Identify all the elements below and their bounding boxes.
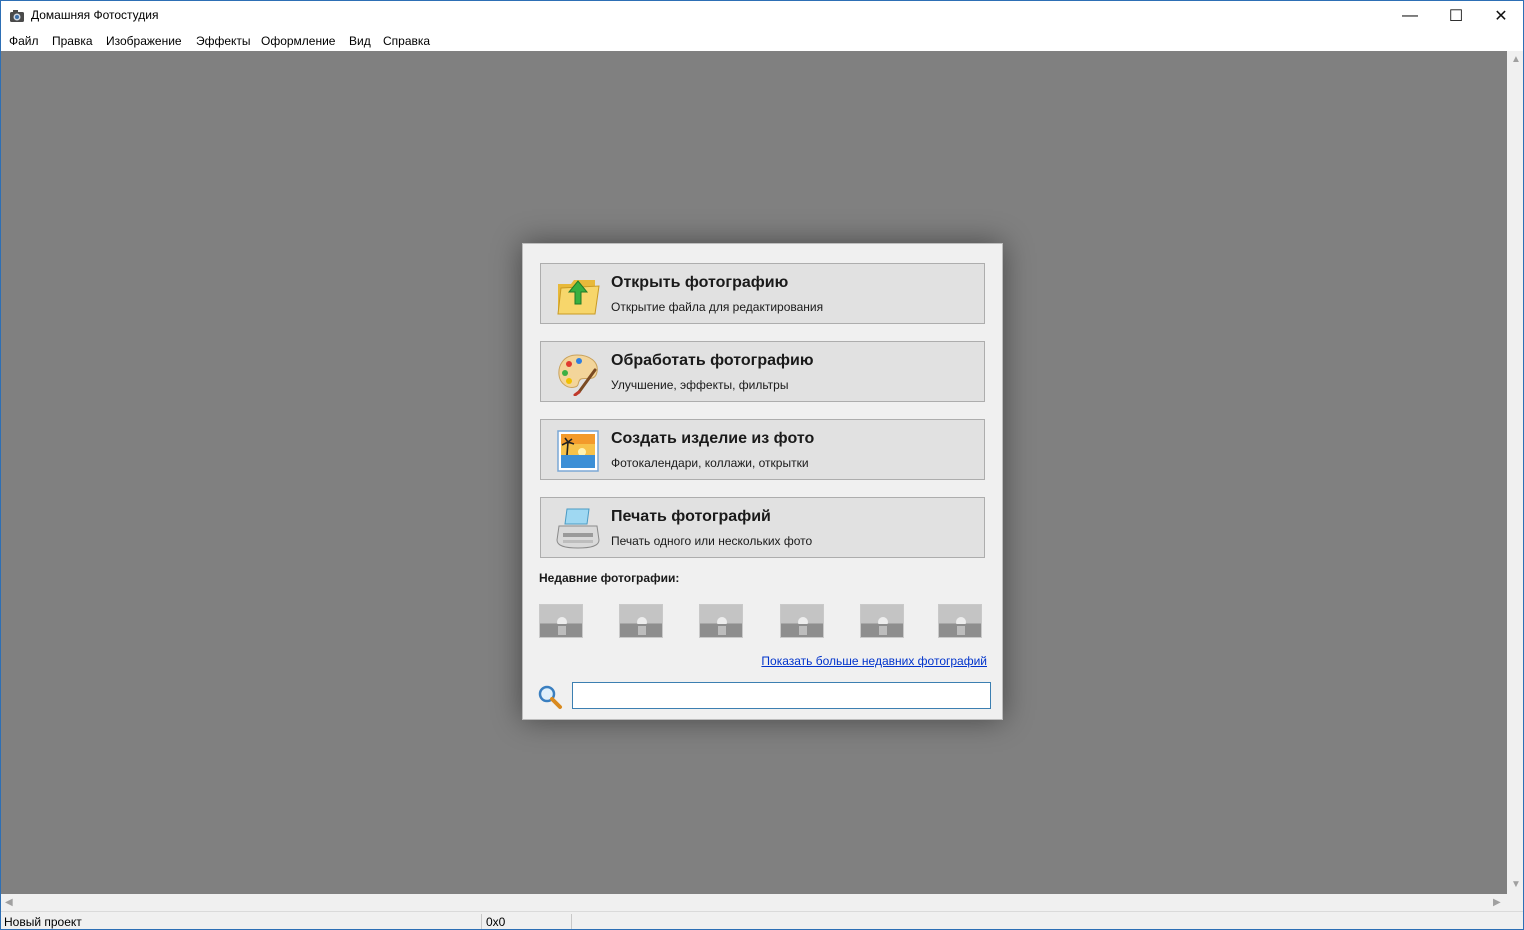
recent-photos-title: Недавние фотографии:	[539, 571, 680, 585]
close-button[interactable]: ✕	[1478, 1, 1523, 31]
show-more-recent-link[interactable]: Показать больше недавних фотографий	[761, 654, 987, 668]
create-product-subtitle: Фотокалендари, коллажи, открытки	[611, 456, 809, 470]
status-project: Новый проект	[4, 915, 82, 929]
menu-bar: Файл Правка Изображение Эффекты Оформлен…	[1, 31, 1523, 51]
recent-photo-thumbnail[interactable]	[860, 604, 904, 638]
photo-placeholder-icon	[781, 605, 823, 637]
print-photos-title: Печать фотографий	[611, 508, 771, 525]
create-product-button[interactable]: Создать изделие из фото Фотокалендари, к…	[540, 419, 985, 480]
recent-photo-thumbnail[interactable]	[938, 604, 982, 638]
edit-photo-title: Обработать фотографию	[611, 352, 814, 369]
printer-icon	[556, 508, 600, 549]
print-photos-button[interactable]: Печать фотографий Печать одного или неск…	[540, 497, 985, 558]
window-title: Домашняя Фотостудия	[31, 8, 159, 22]
recent-photo-thumbnail[interactable]	[619, 604, 663, 638]
vertical-scrollbar[interactable]: ▲ ▼	[1507, 51, 1523, 894]
edit-photo-subtitle: Улучшение, эффекты, фильтры	[611, 378, 789, 392]
search-icon	[538, 685, 562, 709]
status-bar: Новый проект 0x0	[1, 911, 1523, 929]
scroll-left-icon[interactable]: ◀	[5, 897, 13, 908]
scroll-up-icon[interactable]: ▲	[1511, 54, 1521, 65]
workspace: Открыть фотографию Открытие файла для ре…	[1, 51, 1507, 894]
minimize-button[interactable]: —	[1387, 1, 1433, 31]
menu-file[interactable]: Файл	[9, 34, 39, 48]
menu-view[interactable]: Вид	[349, 34, 371, 48]
photo-placeholder-icon	[620, 605, 662, 637]
photo-placeholder-icon	[861, 605, 903, 637]
folder-up-arrow-icon	[557, 280, 600, 315]
open-photo-title: Открыть фотографию	[611, 274, 789, 291]
menu-image[interactable]: Изображение	[106, 34, 182, 48]
photo-placeholder-icon	[540, 605, 582, 637]
recent-photo-thumbnail[interactable]	[780, 604, 824, 638]
create-product-title: Создать изделие из фото	[611, 430, 815, 447]
start-dialog: Открыть фотографию Открытие файла для ре…	[522, 243, 1003, 720]
menu-effects[interactable]: Эффекты	[196, 34, 251, 48]
app-icon	[10, 10, 24, 22]
scroll-corner	[1507, 894, 1523, 911]
menu-design[interactable]: Оформление	[261, 34, 335, 48]
horizontal-scrollbar[interactable]: ◀ ▶	[1, 894, 1507, 911]
palette-icon	[558, 354, 598, 396]
status-image-size: 0x0	[486, 915, 506, 929]
menu-help[interactable]: Справка	[383, 34, 430, 48]
photo-placeholder-icon	[939, 605, 981, 637]
print-photos-subtitle: Печать одного или нескольких фото	[611, 534, 813, 548]
app-window: Домашняя Фотостудия — ☐ ✕ Файл Правка Из…	[0, 0, 1524, 930]
edit-photo-button[interactable]: Обработать фотографию Улучшение, эффекты…	[540, 341, 985, 402]
photo-icon	[557, 430, 599, 472]
open-photo-button[interactable]: Открыть фотографию Открытие файла для ре…	[540, 263, 985, 324]
scroll-right-icon[interactable]: ▶	[1493, 897, 1501, 908]
scroll-down-icon[interactable]: ▼	[1511, 879, 1521, 890]
recent-photo-thumbnail[interactable]	[699, 604, 743, 638]
recent-photo-thumbnail[interactable]	[539, 604, 583, 638]
photo-placeholder-icon	[700, 605, 742, 637]
maximize-button[interactable]: ☐	[1433, 1, 1479, 31]
status-divider	[481, 914, 482, 929]
search-input[interactable]	[572, 682, 991, 709]
title-bar[interactable]: Домашняя Фотостудия — ☐ ✕	[1, 1, 1523, 31]
menu-edit[interactable]: Правка	[52, 34, 93, 48]
open-photo-subtitle: Открытие файла для редактирования	[611, 300, 824, 314]
status-divider	[571, 914, 572, 929]
